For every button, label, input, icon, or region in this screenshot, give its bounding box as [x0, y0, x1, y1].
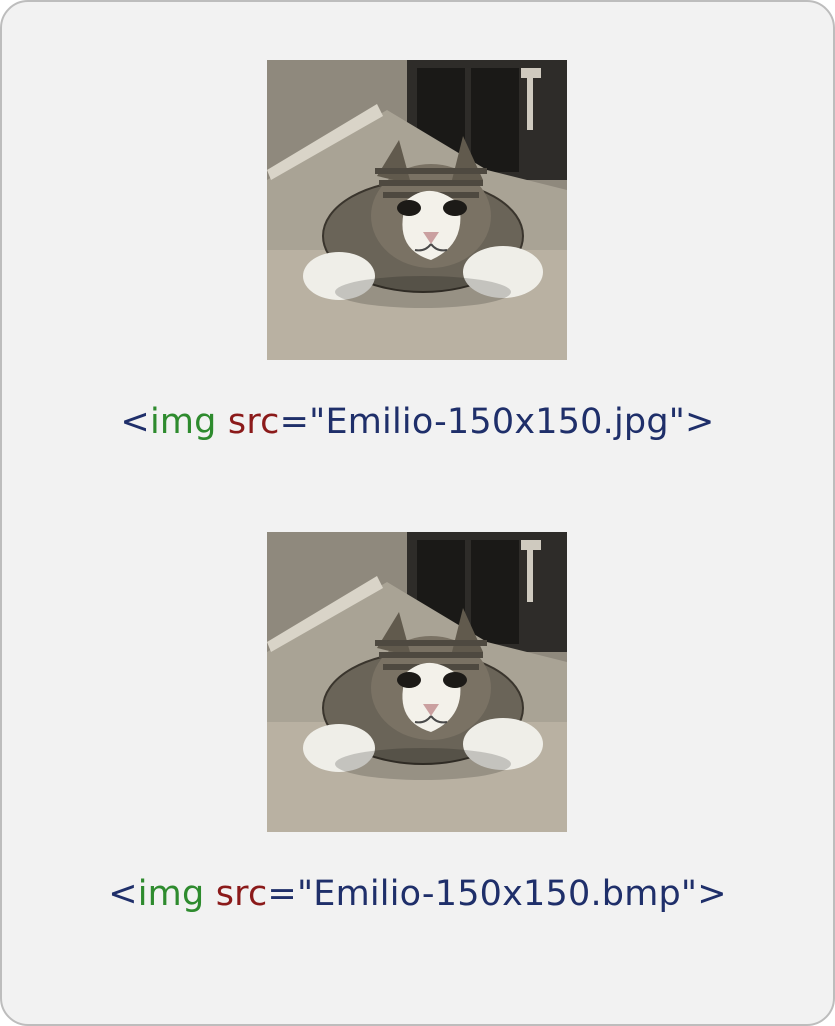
code-equals: =	[280, 402, 310, 442]
code-quote-open: "	[309, 402, 325, 442]
code-quote-close: "	[669, 402, 685, 442]
code-open-bracket: <	[120, 402, 150, 442]
code-close-bracket: >	[685, 402, 715, 442]
cat-image	[267, 60, 567, 360]
code-tag-name: img	[138, 874, 205, 914]
code-equals: =	[267, 874, 297, 914]
code-attr-value: Emilio-150x150.bmp	[313, 874, 681, 914]
code-open-bracket: <	[108, 874, 138, 914]
code-tag-name: img	[150, 402, 217, 442]
cat-image	[267, 532, 567, 832]
code-attr-name: src	[228, 402, 280, 442]
example-2: <img src="Emilio-150x150.bmp">	[108, 532, 727, 914]
example-1: <img src="Emilio-150x150.jpg">	[120, 60, 714, 442]
code-attr-name: src	[216, 874, 268, 914]
code-snippet: <img src="Emilio-150x150.jpg">	[120, 402, 714, 442]
code-close-bracket: >	[697, 874, 727, 914]
code-quote-close: "	[681, 874, 697, 914]
code-space	[204, 874, 215, 914]
code-quote-open: "	[297, 874, 313, 914]
examples-panel: <img src="Emilio-150x150.jpg">	[0, 0, 835, 1026]
code-snippet: <img src="Emilio-150x150.bmp">	[108, 874, 727, 914]
code-space	[217, 402, 228, 442]
code-attr-value: Emilio-150x150.jpg	[325, 402, 668, 442]
